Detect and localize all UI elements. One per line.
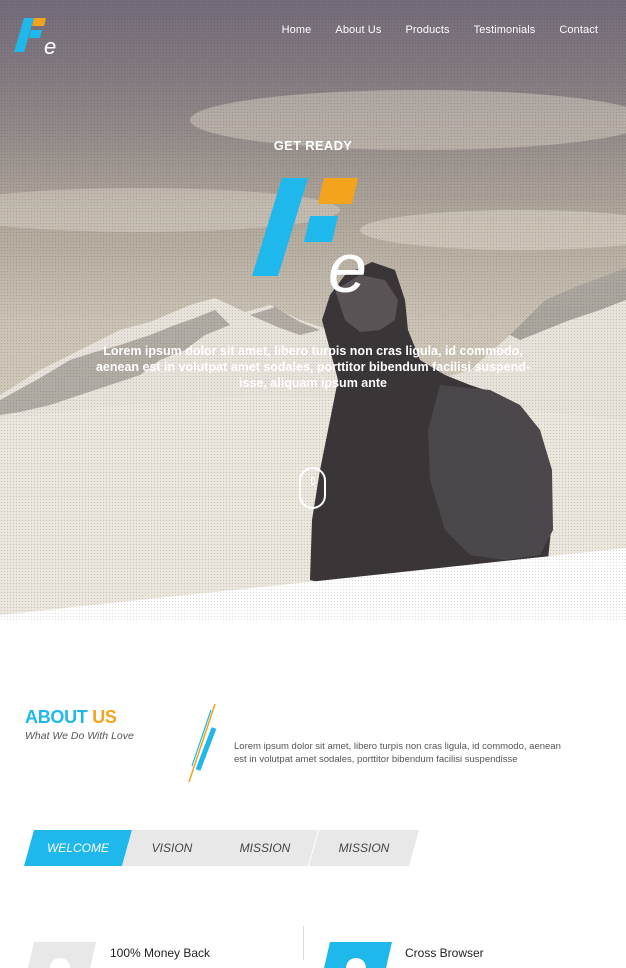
about-description: Lorem ipsum dolor sit amet, libero turpi… [234,741,561,765]
tab-label: VISION [151,841,193,855]
feature-title-money-back: 100% Money Back [110,946,211,960]
svg-text:e: e [328,229,367,298]
about-title-part2: US [92,707,117,727]
tab-mission[interactable]: MISSION [212,830,318,866]
about-slash-divider-icon [188,703,217,783]
main-navigation: Home About Us Products Testimonials Cont… [282,24,598,36]
mouse-wheel [311,477,315,485]
hero-description: Lorem ipsum dolor sit amet, libero turpi… [95,344,531,390]
tab-welcome[interactable]: WELCOME [24,830,132,866]
features-divider [303,926,304,960]
tab-label: MISSION [338,841,390,855]
hero-dot-overlay [0,0,626,620]
nav-contact[interactable]: Contact [559,24,598,36]
tab-label: WELCOME [46,841,109,855]
nav-testimonials[interactable]: Testimonials [474,24,536,36]
tab-mission-2[interactable]: MISSION [309,830,419,866]
nav-about-us[interactable]: About Us [335,24,381,36]
mouse-scroll-icon[interactable] [299,467,326,509]
brand-logo[interactable]: e [14,16,62,58]
about-title: ABOUT US [25,707,117,728]
feature-title-cross-browser: Cross Browser [405,946,484,960]
hero-section: e Home About Us Products Testimonials Co… [0,0,626,620]
tab-label: MISSION [239,841,291,855]
money-back-icon [28,942,96,968]
about-subtitle: What We Do With Love [25,730,134,742]
nav-products[interactable]: Products [405,24,449,36]
about-title-part1: ABOUT [25,707,88,727]
browser-icon [324,942,392,968]
hero-kicker: GET READY [273,138,353,153]
nav-home[interactable]: Home [282,24,312,36]
tab-vision[interactable]: VISION [122,830,222,866]
hero-logo: e [252,178,367,298]
svg-text:e: e [44,34,56,58]
tabs-bar: WELCOME VISION MISSION MISSION [24,830,444,866]
